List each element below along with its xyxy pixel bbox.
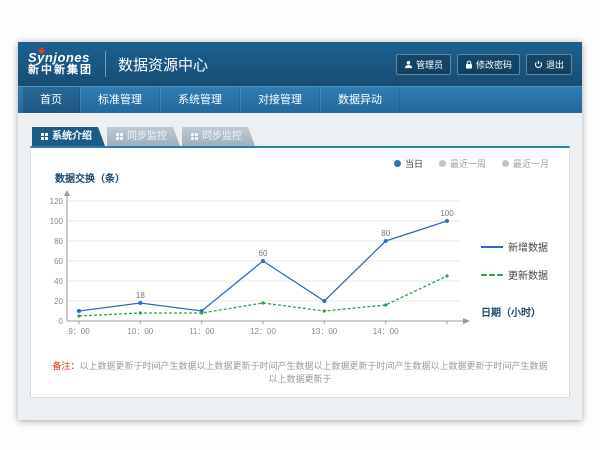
dashed-line-icon	[481, 274, 503, 276]
svg-text:100: 100	[440, 209, 454, 218]
grid-icon	[41, 133, 44, 136]
filter-label: 最近一周	[450, 157, 486, 170]
content-area: 系统介绍 同步监控 同步监控 当日 最近一周	[18, 113, 582, 420]
legend-label: 新增数据	[508, 239, 548, 254]
svg-text:18: 18	[136, 291, 145, 300]
dot-icon	[439, 160, 446, 167]
filter-today[interactable]: 当日	[394, 157, 423, 170]
filter-last-week[interactable]: 最近一周	[439, 157, 486, 170]
nav-item-standard-mgmt[interactable]: 标准管理	[80, 87, 160, 113]
logo: Synjones 新中新集团	[28, 51, 93, 76]
nav-item-system-mgmt[interactable]: 系统管理	[160, 87, 240, 113]
logout-button[interactable]: 退出	[526, 54, 572, 75]
grid-icon	[116, 133, 119, 136]
svg-text:120: 120	[50, 197, 64, 206]
svg-text:20: 20	[54, 297, 63, 306]
app-window: Synjones 新中新集团 数据资源中心 管理员 修改密码 退出 首页 标准管…	[18, 42, 582, 420]
svg-text:80: 80	[54, 237, 63, 246]
lock-icon	[465, 60, 473, 69]
logo-text: Synjones	[28, 51, 93, 65]
admin-user-label: 管理员	[416, 58, 443, 71]
change-password-label: 修改密码	[476, 58, 512, 71]
svg-text:60: 60	[259, 249, 268, 258]
legend-new-data: 新增数据	[481, 239, 565, 254]
svg-text:12：00: 12：00	[250, 327, 276, 336]
chart-row: 0 20 40 60 80 100 120 9：00 10：00 11：00 12：00 13：00 1…	[31, 187, 569, 355]
solid-line-icon	[481, 246, 503, 248]
tab-sync-monitor-2[interactable]: 同步监控	[182, 127, 255, 146]
header-divider	[105, 51, 106, 77]
legend-updated-data: 更新数据	[481, 267, 565, 282]
svg-text:0: 0	[59, 317, 64, 326]
user-icon	[404, 60, 413, 69]
legend-label: 更新数据	[508, 267, 548, 282]
y-axis-title: 数据交换（条）	[55, 170, 569, 185]
svg-text:100: 100	[50, 217, 64, 226]
tab-bar: 系统介绍 同步监控 同步监控	[30, 127, 570, 146]
header: Synjones 新中新集团 数据资源中心 管理员 修改密码 退出	[18, 42, 582, 86]
footnote-text: 以上数据更新于时间产生数据以上数据更新于时间产生数据以上数据更新于时间产生数据以…	[80, 361, 548, 384]
line-chart: 0 20 40 60 80 100 120 9：00 10：00 11：00 12：00 13：00 1…	[37, 187, 481, 355]
power-icon	[534, 60, 543, 69]
tab-label: 同步监控	[202, 127, 242, 146]
dot-icon	[502, 160, 509, 167]
svg-text:60: 60	[54, 257, 63, 266]
logo-subtitle: 新中新集团	[28, 65, 93, 77]
svg-text:10：00: 10：00	[127, 327, 153, 336]
svg-text:13：00: 13：00	[311, 327, 337, 336]
nav-item-data-change[interactable]: 数据异动	[320, 87, 400, 113]
admin-user-button[interactable]: 管理员	[396, 54, 451, 75]
svg-text:14：00: 14：00	[373, 327, 399, 336]
change-password-button[interactable]: 修改密码	[457, 54, 520, 75]
main-nav: 首页 标准管理 系统管理 对接管理 数据异动	[18, 86, 582, 113]
footnote-label: 备注：	[52, 361, 79, 371]
svg-text:40: 40	[54, 277, 63, 286]
nav-item-home[interactable]: 首页	[22, 87, 80, 113]
grid-icon	[191, 133, 194, 136]
tab-sync-monitor-1[interactable]: 同步监控	[107, 127, 180, 146]
tab-system-intro[interactable]: 系统介绍	[32, 127, 105, 146]
logout-label: 退出	[546, 58, 564, 71]
filter-label: 当日	[405, 157, 423, 170]
svg-text:9：00: 9：00	[68, 327, 90, 336]
filter-label: 最近一月	[513, 157, 549, 170]
app-title: 数据资源中心	[118, 54, 208, 75]
svg-text:11：00: 11：00	[189, 327, 215, 336]
nav-item-connect-mgmt[interactable]: 对接管理	[240, 87, 320, 113]
footnote: 备注：以上数据更新于时间产生数据以上数据更新于时间产生数据以上数据更新于时间产生…	[31, 359, 569, 385]
dot-icon	[394, 160, 401, 167]
chart-legend: 新增数据 更新数据 日期（小时）	[481, 187, 565, 355]
filter-last-month[interactable]: 最近一月	[502, 157, 549, 170]
tab-label: 同步监控	[127, 127, 167, 146]
tab-label: 系统介绍	[52, 127, 92, 146]
x-axis-title: 日期（小时）	[481, 304, 565, 319]
range-filters: 当日 最近一周 最近一月	[31, 148, 569, 170]
chart-panel: 当日 最近一周 最近一月 数据交换（条） 0 20 40 60 80 100 120 9：00…	[30, 146, 570, 398]
svg-text:80: 80	[381, 229, 390, 238]
